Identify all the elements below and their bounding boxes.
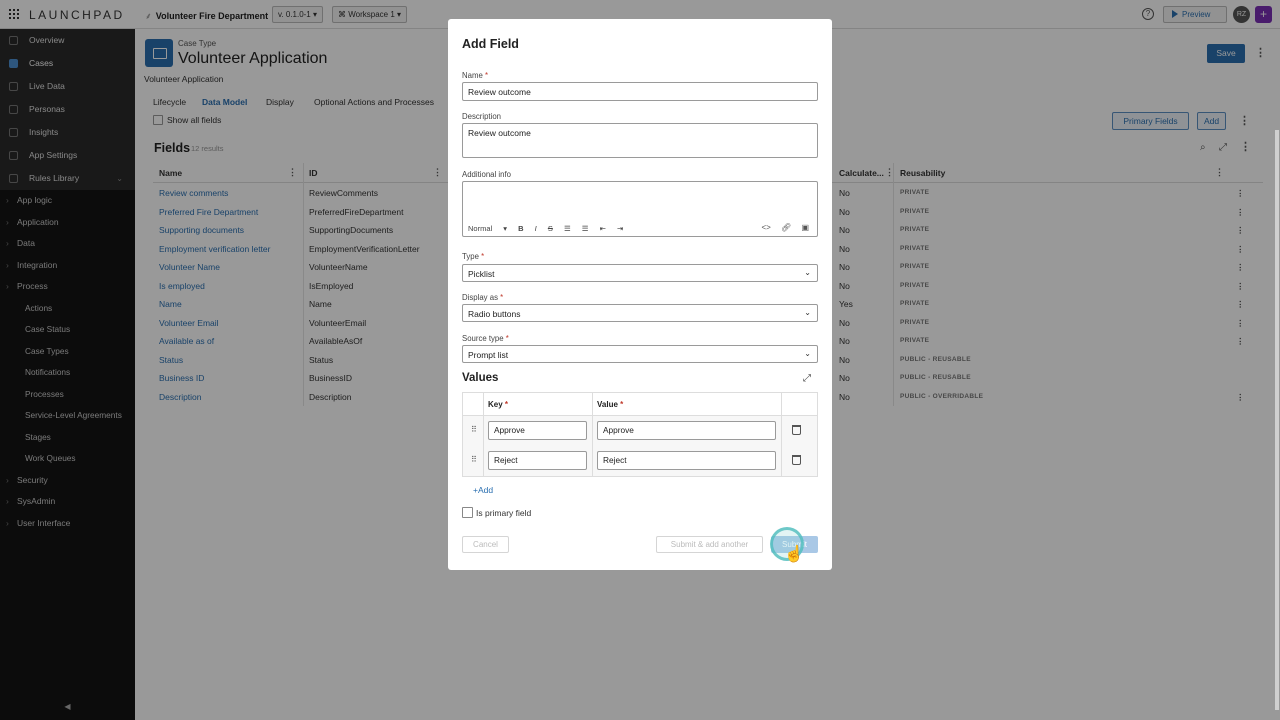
required-marker: * bbox=[481, 252, 485, 261]
required-marker: * bbox=[505, 334, 509, 343]
column-divider bbox=[483, 393, 484, 476]
type-value: Picklist bbox=[468, 269, 495, 279]
display-as-label: Display as * bbox=[462, 293, 503, 302]
values-heading: Values bbox=[462, 372, 499, 384]
format-dropdown[interactable]: Normal ▾ bbox=[468, 224, 507, 233]
source-type-select[interactable]: Prompt list ⌄ bbox=[462, 345, 818, 363]
values-table: Key * Value * ⠿ Approve Approve ⠿ Reject… bbox=[462, 392, 818, 477]
display-as-value: Radio buttons bbox=[468, 309, 521, 319]
drag-handle-icon[interactable]: ⠿ bbox=[471, 425, 477, 434]
key-header-text: Key bbox=[488, 400, 503, 409]
name-label-text: Name bbox=[462, 71, 483, 80]
cancel-button[interactable]: Cancel bbox=[462, 536, 509, 553]
additional-info-editor[interactable]: Normal ▾ B I S ☰ ☰ ⇤ ⇥ <> 🔗︎ ▣ bbox=[462, 181, 818, 237]
value-input[interactable]: Approve bbox=[597, 421, 776, 440]
scrollbar[interactable] bbox=[1275, 130, 1279, 710]
submit-add-another-button[interactable]: Submit & add another bbox=[656, 536, 763, 553]
required-marker: * bbox=[620, 400, 624, 409]
code-icon[interactable]: <> bbox=[761, 223, 770, 232]
value-input[interactable]: Reject bbox=[597, 451, 776, 470]
rte-toolbar-right: <> 🔗︎ ▣ bbox=[753, 223, 809, 232]
value-header: Value * bbox=[597, 400, 623, 409]
value-row: ⠿ Reject Reject bbox=[463, 446, 817, 476]
rte-toolbar: Normal ▾ B I S ☰ ☰ ⇤ ⇥ bbox=[468, 224, 632, 233]
type-label: Type * bbox=[462, 252, 484, 261]
indent-icon[interactable]: ⇥ bbox=[617, 224, 623, 233]
add-value-label: Add bbox=[477, 485, 494, 495]
strikethrough-icon[interactable]: S bbox=[548, 224, 553, 233]
add-value-link[interactable]: +Add bbox=[473, 485, 493, 495]
column-divider bbox=[781, 393, 782, 476]
primary-field-checkbox[interactable]: Is primary field bbox=[462, 507, 531, 518]
add-field-dialog: Add Field Name * Review outcome Descript… bbox=[448, 19, 832, 570]
additional-info-label: Additional info bbox=[462, 170, 511, 179]
format-label: Normal bbox=[468, 224, 493, 233]
name-field[interactable]: Review outcome bbox=[462, 82, 818, 101]
value-row: ⠿ Approve Approve bbox=[463, 416, 817, 446]
type-label-text: Type bbox=[462, 252, 479, 261]
trash-icon[interactable] bbox=[792, 425, 801, 435]
key-header: Key * bbox=[488, 400, 508, 409]
chevron-down-icon: ⌄ bbox=[804, 349, 811, 358]
description-label: Description bbox=[462, 112, 501, 121]
required-marker: * bbox=[484, 71, 489, 80]
bullet-list-icon[interactable]: ☰ bbox=[564, 224, 571, 233]
name-label: Name * bbox=[462, 71, 488, 80]
dialog-title: Add Field bbox=[462, 37, 519, 51]
column-divider bbox=[592, 393, 593, 476]
bold-icon[interactable]: B bbox=[518, 224, 523, 233]
type-select[interactable]: Picklist ⌄ bbox=[462, 264, 818, 282]
required-marker: * bbox=[500, 293, 504, 302]
required-marker: * bbox=[504, 400, 509, 409]
display-as-select[interactable]: Radio buttons ⌄ bbox=[462, 304, 818, 322]
display-as-label-text: Display as bbox=[462, 293, 498, 302]
values-table-header: Key * Value * bbox=[463, 393, 817, 416]
outdent-icon[interactable]: ⇤ bbox=[600, 224, 606, 233]
drag-handle-icon[interactable]: ⠿ bbox=[471, 455, 477, 464]
checkbox-icon bbox=[462, 507, 473, 518]
hand-cursor-icon: ☝ bbox=[784, 546, 804, 563]
description-field[interactable]: Review outcome bbox=[462, 123, 818, 158]
key-input[interactable]: Approve bbox=[488, 421, 587, 440]
image-icon[interactable]: ▣ bbox=[801, 223, 809, 232]
expand-icon[interactable]: ⤢ bbox=[803, 373, 811, 384]
italic-icon[interactable]: I bbox=[535, 224, 537, 233]
chevron-down-icon: ⌄ bbox=[804, 268, 811, 277]
trash-icon[interactable] bbox=[792, 455, 801, 465]
primary-field-label: Is primary field bbox=[476, 508, 532, 518]
key-input[interactable]: Reject bbox=[488, 451, 587, 470]
source-type-value: Prompt list bbox=[468, 350, 509, 360]
chevron-down-icon: ⌄ bbox=[804, 308, 811, 317]
source-type-label: Source type * bbox=[462, 334, 509, 343]
numbered-list-icon[interactable]: ☰ bbox=[582, 224, 589, 233]
link-icon[interactable]: 🔗︎ bbox=[781, 223, 791, 232]
source-type-label-text: Source type bbox=[462, 334, 504, 343]
value-header-text: Value bbox=[597, 400, 618, 409]
